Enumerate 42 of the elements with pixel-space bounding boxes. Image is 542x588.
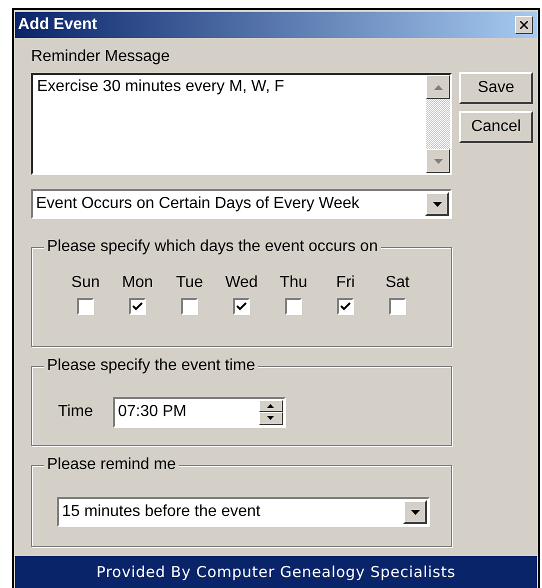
day-checkbox[interactable] (285, 298, 302, 315)
scroll-down-button[interactable] (426, 149, 450, 173)
day-label: Sun (71, 274, 100, 292)
reminder-label: Reminder Message (31, 47, 171, 67)
check-icon (236, 302, 247, 311)
day-checkbox[interactable] (129, 298, 146, 315)
day-label: Mon (122, 274, 154, 292)
day-checkbox[interactable] (77, 298, 94, 315)
time-field[interactable]: 07:30 PM (112, 396, 286, 428)
up-arrow-icon (267, 404, 274, 408)
recurrence-dropdown[interactable]: Event Occurs on Certain Days of Every Week (31, 189, 452, 219)
day-checkbox[interactable] (181, 298, 198, 315)
time-label: Time (58, 403, 93, 421)
dialog-button[interactable]: Cancel (459, 111, 533, 143)
day-label: Tue (176, 274, 203, 292)
close-icon (520, 21, 528, 29)
day-label: Sat (385, 274, 410, 292)
day-label: Wed (225, 274, 258, 292)
message-field[interactable]: Exercise 30 minutes every M, W, F (31, 73, 452, 175)
day-label: Thu (280, 274, 308, 292)
dialog-button[interactable]: Save (459, 72, 533, 104)
scrollbar[interactable] (426, 75, 450, 173)
down-arrow-icon (267, 416, 274, 420)
footer-banner: Provided By Computer Genealogy Specialists (15, 556, 537, 588)
day-checkbox[interactable] (337, 298, 354, 315)
check-icon (340, 302, 351, 311)
remind-dropdown[interactable]: 15 minutes before the event (57, 497, 430, 527)
check-icon (132, 302, 143, 311)
day-label: Fri (336, 274, 355, 292)
day-checkbox[interactable] (389, 298, 406, 315)
spin-up-button[interactable] (258, 400, 283, 412)
caret-icon (432, 202, 442, 206)
down-arrow-icon (434, 158, 442, 164)
window-title: Add Event (18, 16, 98, 34)
close-button[interactable] (515, 16, 533, 34)
day-checkbox[interactable] (233, 298, 250, 315)
spin-down-button[interactable] (258, 412, 283, 424)
scroll-up-button[interactable] (426, 75, 450, 99)
dropdown-button[interactable] (425, 192, 449, 216)
caret-icon (410, 510, 420, 514)
up-arrow-icon (434, 84, 442, 90)
dropdown-button[interactable] (403, 500, 427, 524)
